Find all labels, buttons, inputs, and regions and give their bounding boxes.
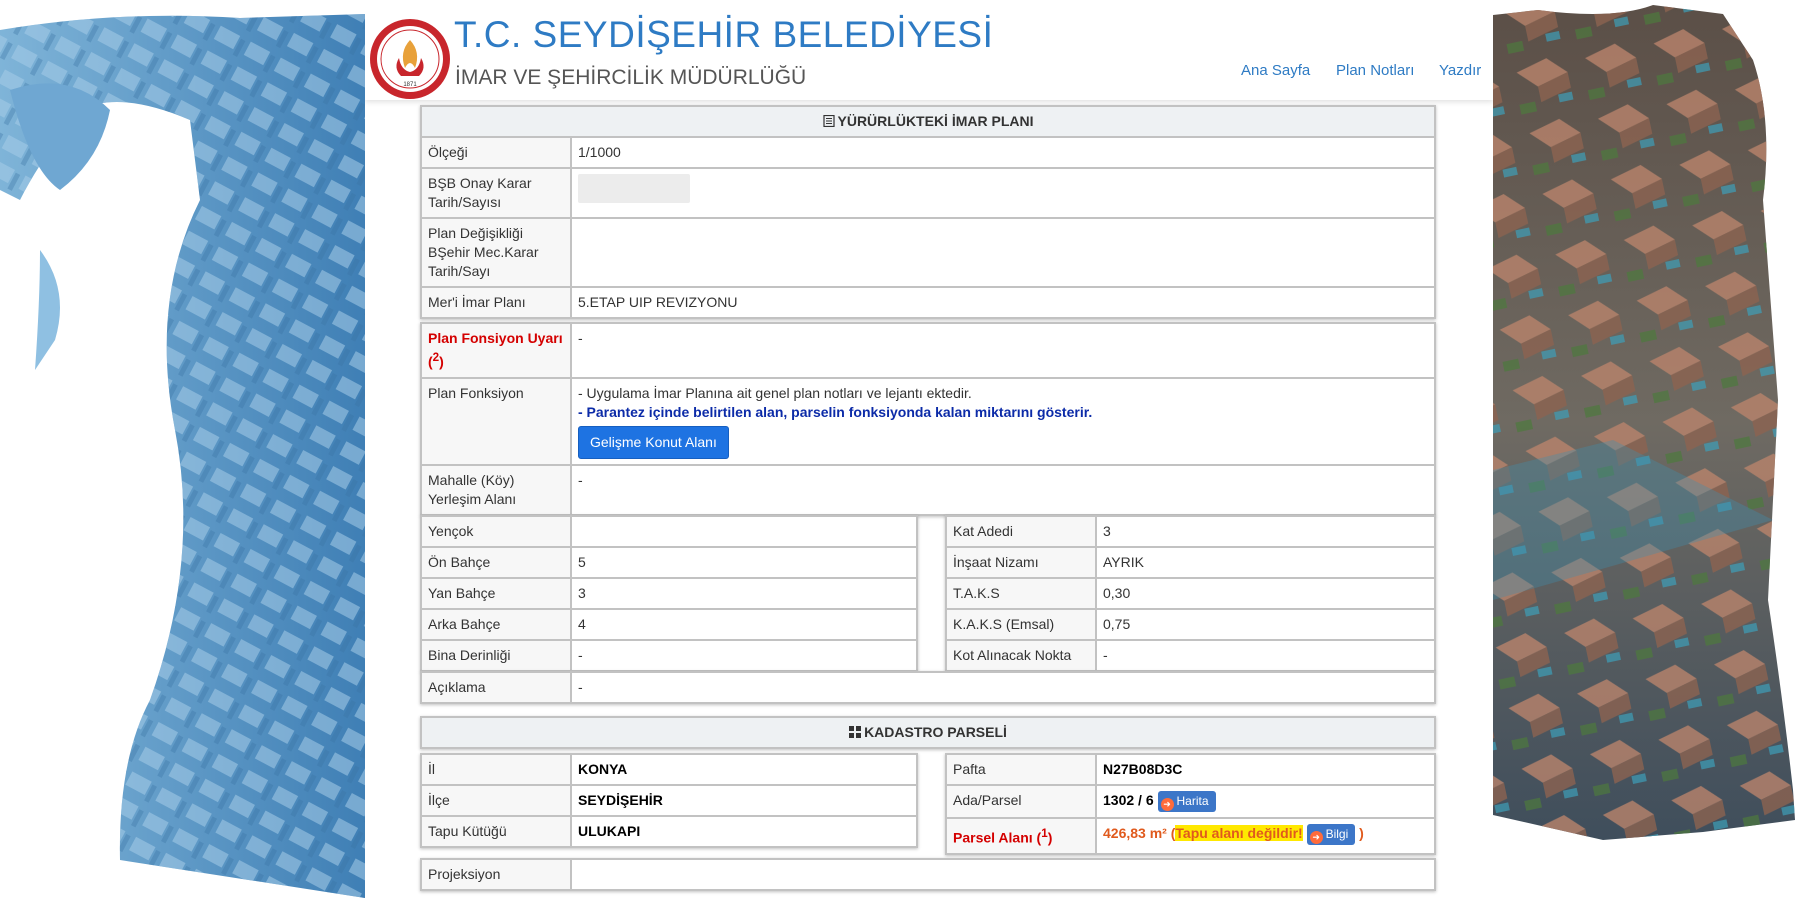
table-row: Açıklama - bbox=[420, 671, 1436, 704]
background-city-map-left bbox=[0, 0, 365, 898]
redacted-block bbox=[578, 174, 690, 203]
site-header: 1871 T.C. SEYDİŞEHİR BELEDİYESİ İMAR VE … bbox=[365, 0, 1493, 100]
table-row: İlçe SEYDİŞEHİR bbox=[420, 784, 918, 817]
title-deed-warning: Tapu alanı değildir! bbox=[1175, 825, 1303, 842]
zoning-plan-table: YÜRÜRLÜKTEKİ İMAR PLANI Ölçeği 1/1000 BŞB… bbox=[420, 105, 1436, 319]
table-row: Plan Fonsiyon Uyarı (2) - bbox=[420, 322, 1436, 379]
table-row: Yençok bbox=[420, 515, 918, 548]
table-row: Kat Adedi 3 bbox=[945, 515, 1436, 548]
function-type-button[interactable]: Gelişme Konut Alanı bbox=[578, 425, 729, 459]
site-subtitle: İMAR VE ŞEHİRCİLİK MÜDÜRLÜĞÜ bbox=[455, 66, 807, 89]
table-row: Mahalle (Köy) Yerleşim Alanı - bbox=[420, 463, 1436, 516]
function-warning-label: Plan Fonsiyon Uyarı (2) bbox=[420, 322, 572, 379]
table-row: Arka Bahçe 4 bbox=[420, 608, 918, 641]
table-row: Bina Derinliği - bbox=[420, 639, 918, 672]
main-page: 1871 T.C. SEYDİŞEHİR BELEDİYESİ İMAR VE … bbox=[365, 0, 1493, 898]
table-row: Ada/Parsel 1302 / 6 ➜ Harita bbox=[945, 784, 1436, 819]
document-icon bbox=[822, 115, 835, 127]
table-row: Mer'i İmar Planı 5.ETAP UIP REVIZYONU bbox=[420, 286, 1436, 319]
table-row: Projeksiyon bbox=[420, 858, 1436, 891]
background-aerial-houses-right bbox=[1493, 0, 1795, 898]
table-row: BŞB Onay Karar Tarih/Sayısı bbox=[420, 167, 1436, 219]
nav-home[interactable]: Ana Sayfa bbox=[1241, 62, 1310, 79]
cadastre-table-right: Pafta N27B08D3C Ada/Parsel 1302 / 6 ➜ Hari… bbox=[945, 753, 1436, 855]
table-row: Plan Değişikliği BŞehir Mec.Karar Tarih/… bbox=[420, 217, 1436, 288]
nav-print[interactable]: Yazdır bbox=[1439, 62, 1481, 79]
table-row: Pafta N27B08D3C bbox=[945, 753, 1436, 786]
cadastre-table-left: İl KONYA İlçe SEYDİŞEHİR Tapu Kütüğü ULUKAP… bbox=[420, 753, 918, 848]
grid-icon bbox=[849, 726, 862, 738]
municipality-logo: 1871 bbox=[369, 18, 451, 100]
ada-parsel-value: 1302 / 6 ➜ Harita bbox=[1095, 784, 1436, 819]
svg-text:1871: 1871 bbox=[403, 82, 417, 88]
description-table: Açıklama - bbox=[420, 671, 1436, 704]
table-row: Yan Bahçe 3 bbox=[420, 577, 918, 610]
table-row: Ölçeği 1/1000 bbox=[420, 136, 1436, 169]
table-row: Ön Bahçe 5 bbox=[420, 546, 918, 579]
map-button[interactable]: ➜ Harita bbox=[1157, 791, 1216, 812]
cadastre-header: KADASTRO PARSELİ bbox=[420, 716, 1436, 749]
site-title: T.C. SEYDİŞEHİR BELEDİYESİ bbox=[454, 14, 994, 55]
table-row: Plan Fonksiyon - Uygulama İmar Planına a… bbox=[420, 376, 1436, 466]
zoning-plan-header: YÜRÜRLÜKTEKİ İMAR PLANI bbox=[420, 105, 1436, 138]
parcel-area-label: Parsel Alanı (1) bbox=[945, 817, 1097, 855]
parcel-area-value: 426,83 m² (Tapu alanı değildir! ➜ Bilgi ) bbox=[1095, 817, 1436, 855]
projection-table: Projeksiyon bbox=[420, 858, 1436, 891]
building-table-right: Kat Adedi 3 İnşaat Nizamı AYRIK T.A.K.S 0,3… bbox=[945, 515, 1436, 672]
plan-function-table: Plan Fonsiyon Uyarı (2) - Plan Fonksiyon … bbox=[420, 322, 1436, 516]
info-link-icon: ➜ bbox=[1309, 831, 1323, 844]
table-row: İl KONYA bbox=[420, 753, 918, 786]
map-link-icon: ➜ bbox=[1160, 798, 1174, 811]
table-row: İnşaat Nizamı AYRIK bbox=[945, 546, 1436, 579]
plan-function-value: - Uygulama İmar Planına ait genel plan n… bbox=[570, 376, 1436, 466]
table-row: Kot Alınacak Nokta - bbox=[945, 639, 1436, 672]
cadastre-header-table: KADASTRO PARSELİ bbox=[420, 716, 1436, 749]
table-row: Parsel Alanı (1) 426,83 m² (Tapu alanı d… bbox=[945, 817, 1436, 855]
table-row: Tapu Kütüğü ULUKAPI bbox=[420, 815, 918, 848]
nav-plan-notes[interactable]: Plan Notları bbox=[1336, 62, 1414, 79]
table-row: T.A.K.S 0,30 bbox=[945, 577, 1436, 610]
info-button[interactable]: ➜ Bilgi bbox=[1306, 824, 1356, 845]
table-row: K.A.K.S (Emsal) 0,75 bbox=[945, 608, 1436, 641]
setbacks-table-left: Yençok Ön Bahçe 5 Yan Bahçe 3 Arka Bahçe 4 … bbox=[420, 515, 918, 672]
redacted-value bbox=[570, 167, 1436, 219]
